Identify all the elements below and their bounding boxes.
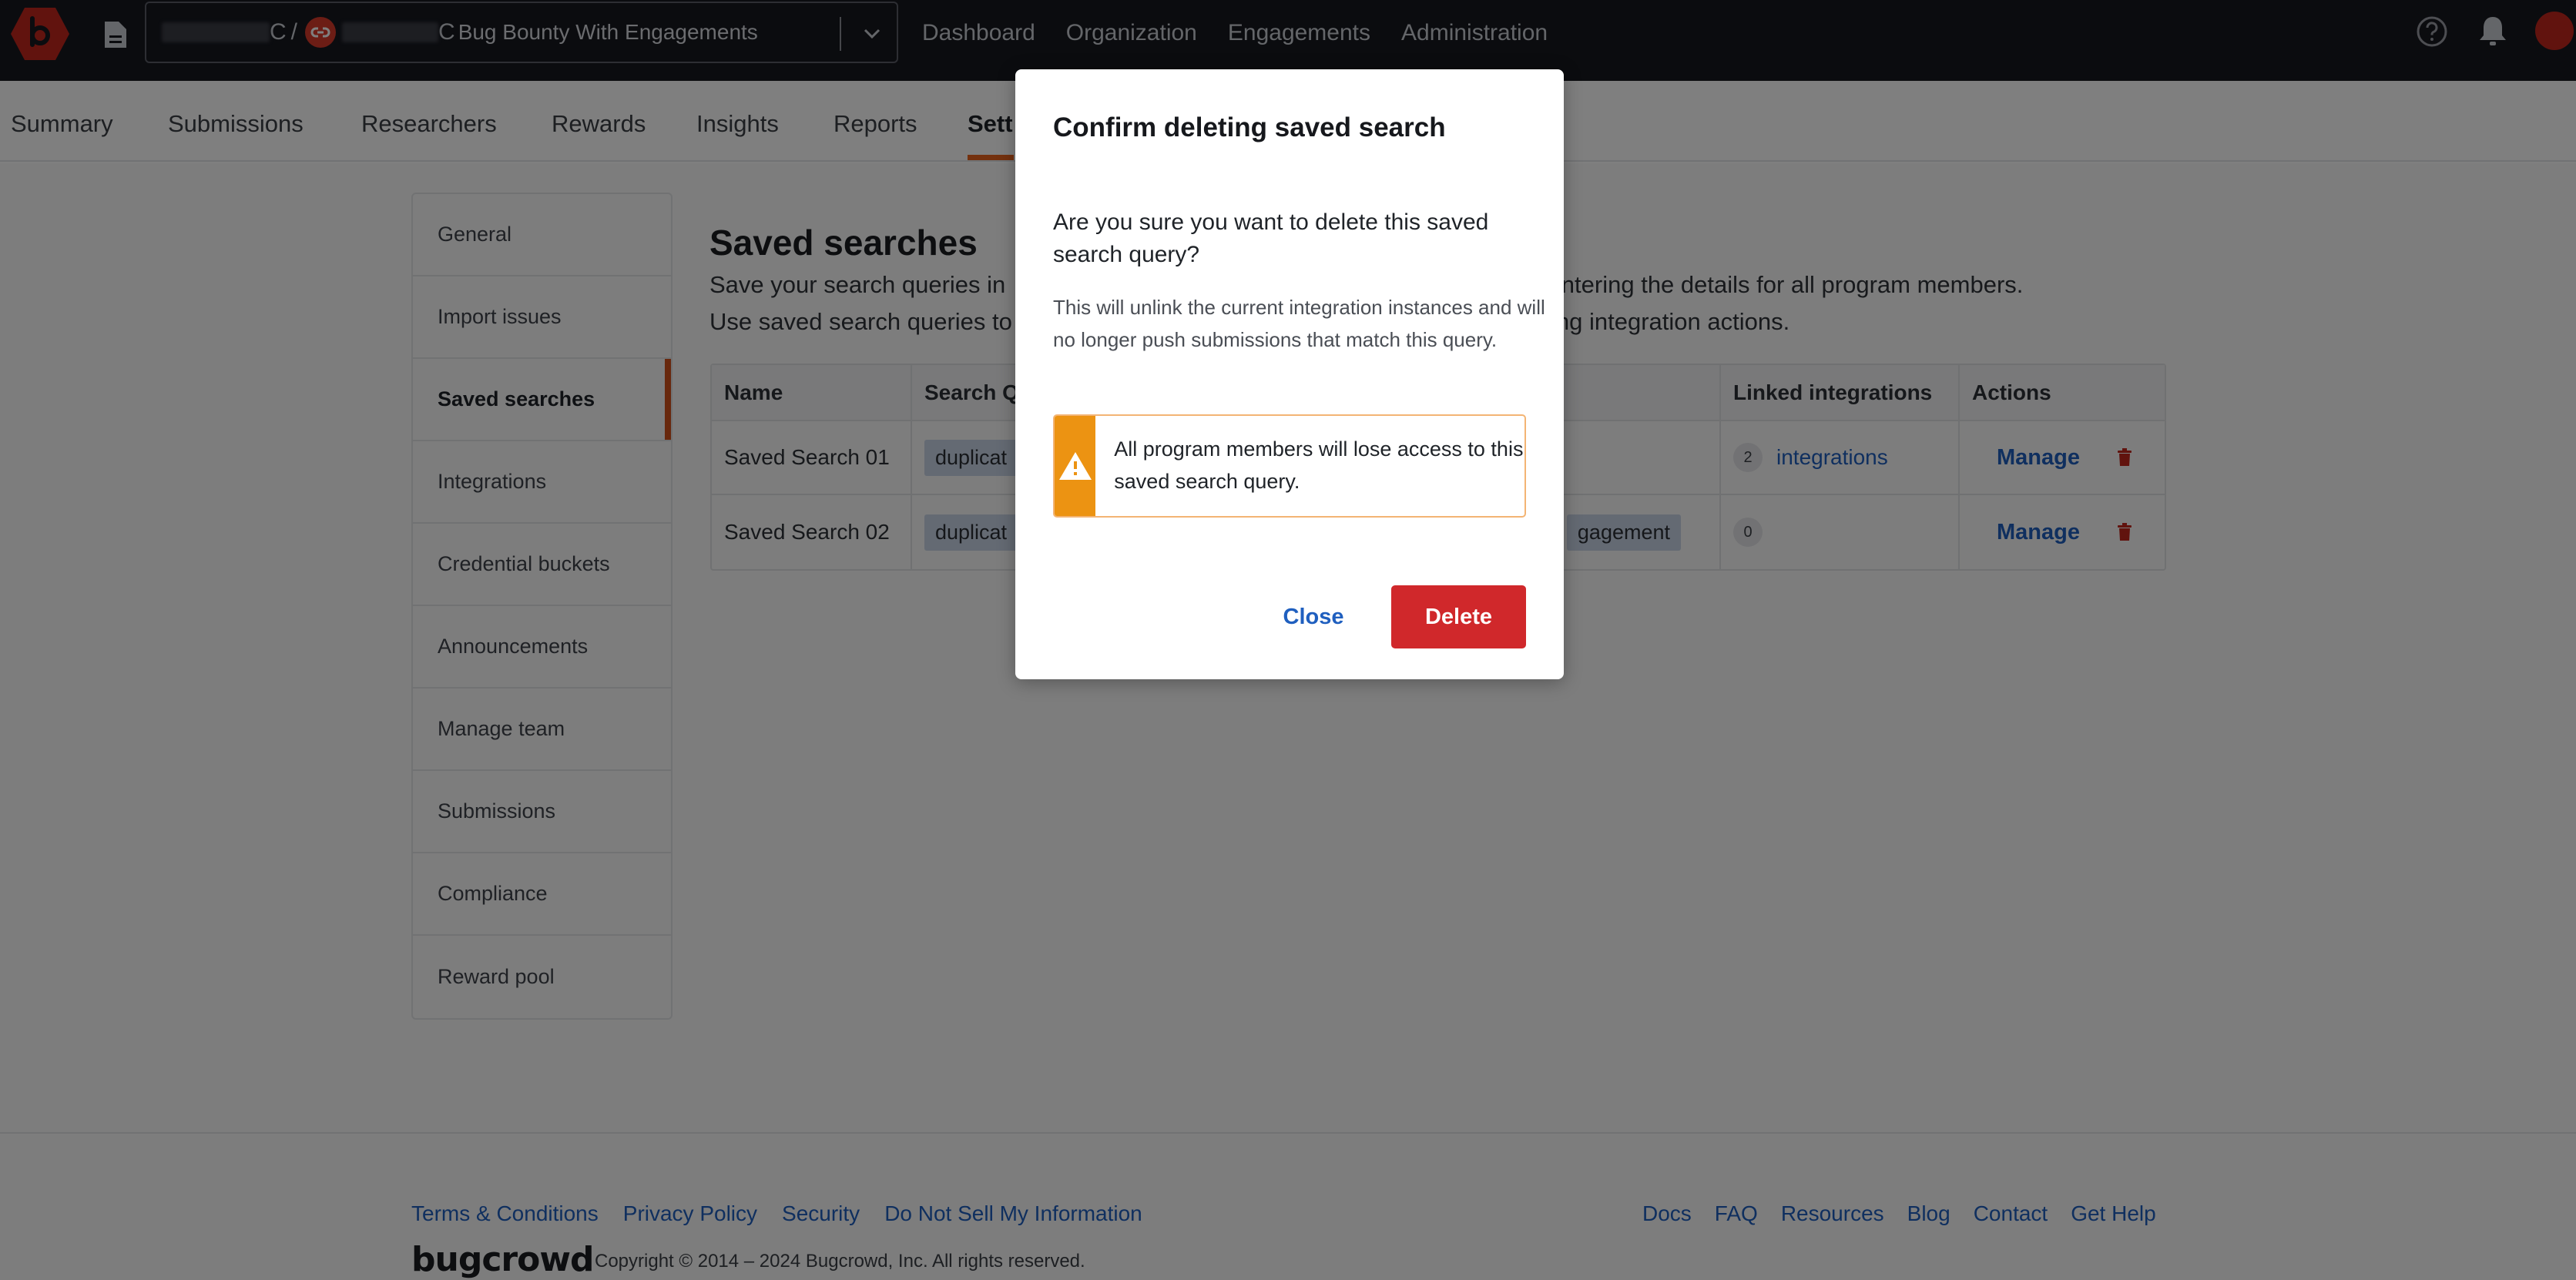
warning-alert: All program members will lose access to …: [1053, 414, 1526, 518]
confirm-delete-modal: Confirm deleting saved search Are you su…: [1015, 69, 1564, 679]
warning-stripe: [1055, 416, 1096, 516]
delete-button[interactable]: Delete: [1391, 585, 1526, 648]
warning-triangle-icon: [1058, 452, 1092, 480]
close-button[interactable]: Close: [1263, 585, 1363, 648]
modal-question: Are you sure you want to delete this sav…: [1053, 209, 1489, 267]
modal-title: Confirm deleting saved search: [1053, 112, 1446, 142]
modal-detail: This will unlink the current integration…: [1053, 296, 1545, 351]
warning-message: All program members will lose access to …: [1114, 437, 1524, 493]
